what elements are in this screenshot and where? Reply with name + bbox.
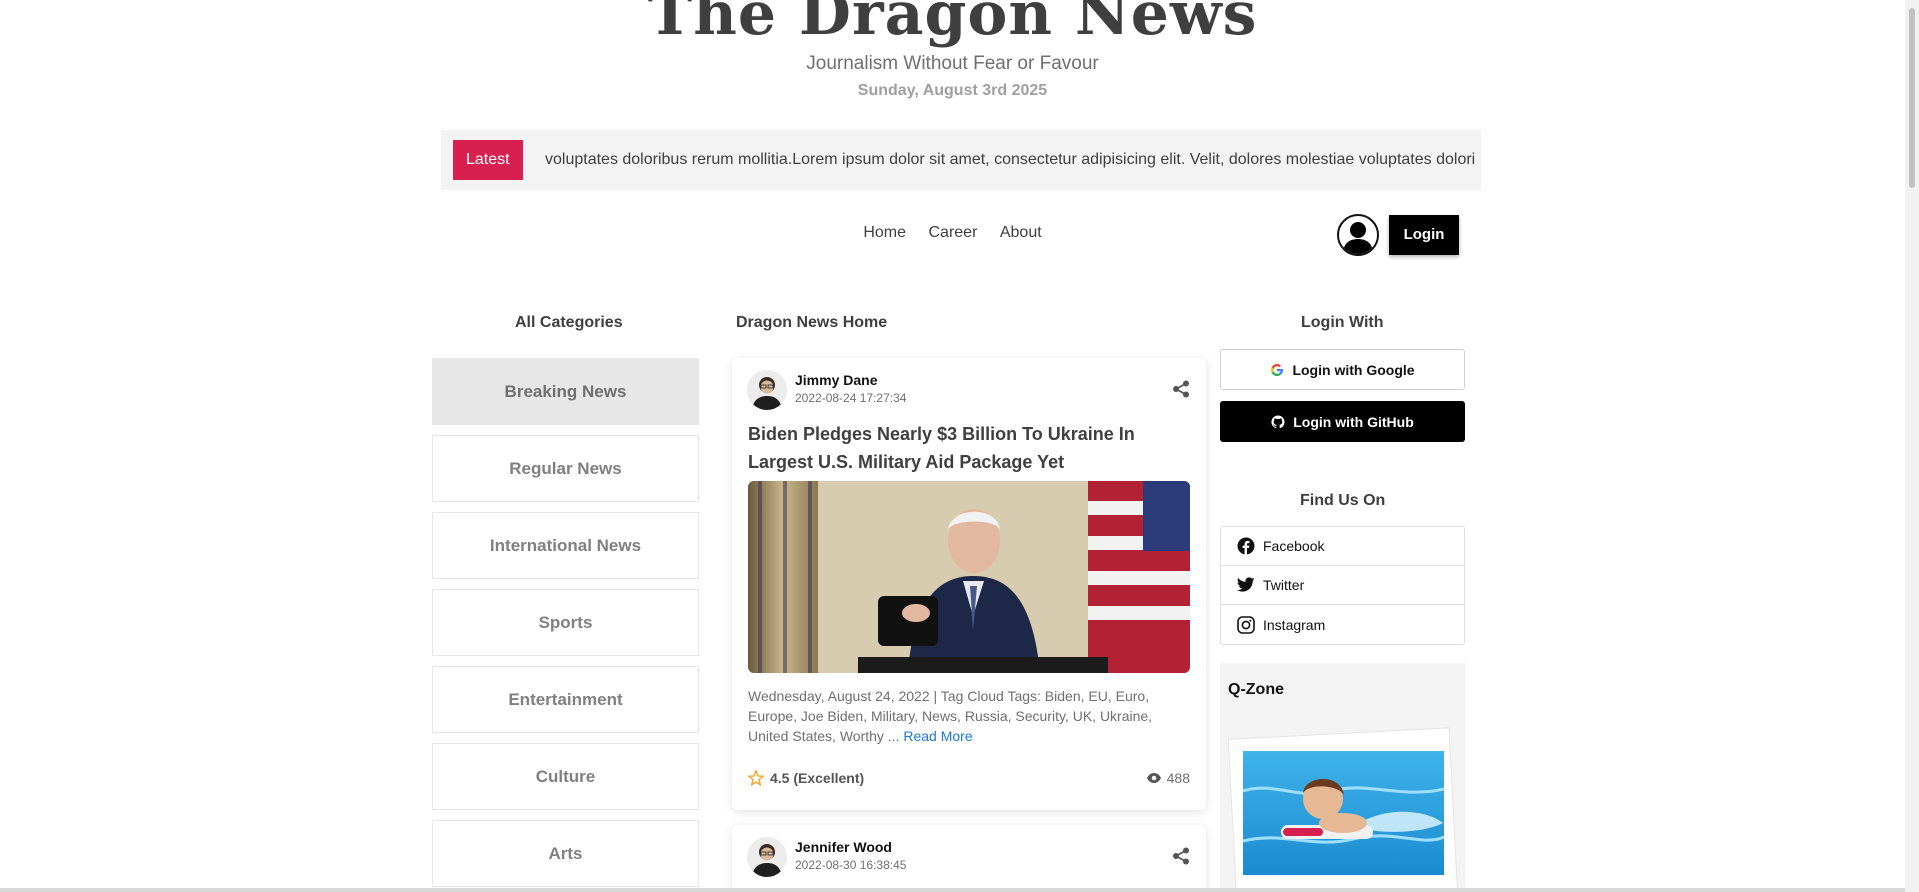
login-with-title: Login With [1301,314,1384,331]
author-name: Jennifer Wood [795,839,892,855]
nav-about[interactable]: About [1000,224,1042,242]
social-twitter[interactable]: Twitter [1221,566,1464,605]
scrollbar-thumb[interactable] [1909,8,1915,188]
read-more-link[interactable]: Read More [903,728,972,744]
author-name: Jimmy Dane [795,372,878,388]
category-entertainment[interactable]: Entertainment [432,666,699,733]
instagram-icon [1237,615,1255,634]
login-button[interactable]: Login [1389,215,1459,255]
category-breaking-news[interactable]: Breaking News [432,358,699,425]
card-header: Jimmy Dane 2022-08-24 17:27:34 [732,358,1206,410]
google-icon [1271,363,1284,376]
star-icon [748,770,764,786]
article-views: 488 [1146,770,1190,786]
view-count: 488 [1166,770,1190,786]
main-nav: Home Career About [0,224,1905,242]
social-facebook[interactable]: Facebook [1221,527,1464,566]
category-international-news[interactable]: International News [432,512,699,579]
find-us-title: Find Us On [1300,492,1386,509]
publish-date: 2022-08-24 17:27:34 [795,391,907,405]
category-culture[interactable]: Culture [432,743,699,810]
social-facebook-label: Facebook [1263,538,1325,554]
twitter-icon [1237,577,1255,592]
article-rating: 4.5 (Excellent) [748,770,864,786]
all-categories-title: All Categories [515,314,623,331]
q-zone: Q-Zone [1220,663,1465,892]
site-logo: The Dragon News [0,0,1905,50]
login-google-button[interactable]: Login with Google [1220,349,1465,390]
social-instagram[interactable]: Instagram [1221,605,1464,644]
category-regular-news[interactable]: Regular News [432,435,699,502]
category-list: Breaking News Regular News International… [432,358,699,892]
center-title: Dragon News Home [736,314,888,331]
nav-home[interactable]: Home [863,224,906,242]
news-card: Jimmy Dane 2022-08-24 17:27:34 Biden Ple… [732,358,1206,810]
facebook-icon [1237,537,1255,555]
article-title[interactable]: Biden Pledges Nearly $3 Billion To Ukrai… [748,420,1188,476]
author-avatar [747,370,787,410]
login-github-button[interactable]: Login with GitHub [1220,401,1465,442]
social-instagram-label: Instagram [1263,616,1326,633]
share-icon[interactable] [1172,847,1190,865]
eye-icon [1146,773,1161,783]
user-avatar-icon[interactable] [1337,214,1379,256]
horizontal-scrollbar[interactable] [0,888,1905,892]
login-github-label: Login with GitHub [1293,413,1414,430]
ticker-text[interactable]: voluptates doloribus rerum mollitia.Lore… [545,130,1481,190]
publish-date: 2022-08-30 16:38:45 [795,858,907,872]
login-google-label: Login with Google [1292,361,1415,378]
social-links: Facebook Twitter Instagram [1220,526,1465,645]
category-sports[interactable]: Sports [432,589,699,656]
latest-news-ticker: Latest voluptates doloribus rerum mollit… [441,130,1481,190]
nav-career[interactable]: Career [928,224,977,242]
logo-text: The Dragon News [647,0,1258,49]
news-card: Jennifer Wood 2022-08-30 16:38:45 [732,825,1206,892]
tagline: Journalism Without Fear or Favour [806,53,1099,74]
q-zone-image[interactable] [1243,751,1444,875]
q-zone-title: Q-Zone [1228,681,1284,698]
card-header: Jennifer Wood 2022-08-30 16:38:45 [732,825,1206,877]
current-date: Sunday, August 3rd 2025 [857,82,1048,99]
social-twitter-label: Twitter [1263,577,1305,593]
article-excerpt: Wednesday, August 24, 2022 | Tag Cloud T… [748,686,1190,746]
article-image[interactable] [748,481,1190,673]
vertical-scrollbar[interactable] [1905,0,1919,892]
rating-value: 4.5 (Excellent) [770,770,865,786]
share-icon[interactable] [1172,380,1190,398]
latest-badge: Latest [453,140,523,180]
category-arts[interactable]: Arts [432,820,699,887]
github-icon [1271,414,1285,428]
author-avatar [747,837,787,877]
